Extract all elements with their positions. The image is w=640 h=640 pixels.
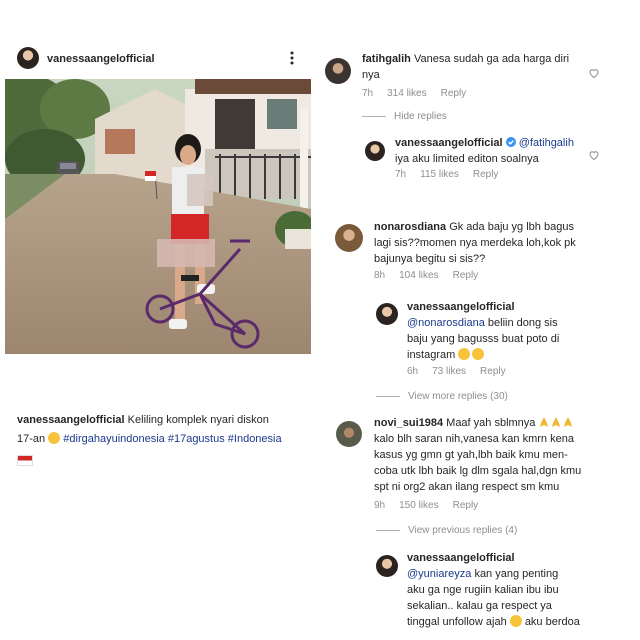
reply-button[interactable]: Reply [453, 270, 479, 281]
reply-time: 6h [407, 366, 419, 377]
comment-avatar[interactable] [336, 421, 362, 447]
reply-avatar[interactable] [365, 141, 385, 161]
hide-replies-label: Hide replies [394, 111, 447, 122]
verified-badge-icon [505, 137, 516, 147]
comment-meta: 9h 150 likes Reply [374, 500, 478, 511]
reply-username[interactable]: vanessaangelofficial [407, 552, 515, 564]
comment-text-cont: bajunya begitu si sis?? [374, 253, 486, 265]
caption-text: Keliling komplek nyari diskon [127, 414, 269, 426]
comment-likes[interactable]: 314 likes [387, 88, 426, 99]
reply-text: kan yang penting [474, 568, 559, 580]
comment-text-cont: coba utk lbh baik lg dlm sgala hal,dgn k… [374, 465, 582, 477]
comment-likes[interactable]: 104 likes [399, 270, 438, 281]
smile-emoji-icon [48, 432, 61, 444]
reply-username[interactable]: vanessaangelofficial [407, 301, 515, 313]
comment-time: 9h [374, 500, 386, 511]
comment-body: novi_sui1984 Maaf yah sblmnya kalo blh s… [374, 415, 624, 495]
reply-button[interactable]: Reply [441, 88, 467, 99]
reply-button[interactable]: Reply [453, 500, 479, 511]
more-options-icon[interactable] [289, 50, 295, 66]
comment-username[interactable]: novi_sui1984 [374, 417, 443, 429]
comment-avatar[interactable] [325, 58, 351, 84]
praying-hands-icon [552, 417, 561, 427]
comment-meta: 8h 104 likes Reply [374, 270, 478, 281]
reply-text: beliin dong sis [487, 317, 558, 329]
post-photo [5, 79, 311, 354]
reply-text-cont: baju yang bagusss buat poto di [407, 333, 560, 345]
view-more-replies-label: View more replies (30) [408, 391, 508, 402]
heart-eyes-emoji-icon [472, 348, 485, 360]
comment-text-cont: kalo blh saran nih,vanesa kan kmrn kena [374, 433, 574, 445]
post-caption: vanessaangelofficial Keliling komplek ny… [17, 412, 307, 428]
reply-time: 7h [395, 169, 407, 180]
reply-body: vanessaangelofficial @nonarosdiana belii… [407, 299, 617, 363]
indonesia-flag-icon [17, 452, 33, 470]
comment-text: Maaf yah sblmnya [446, 417, 536, 429]
reply-text: iya aku limited editon soalnya [395, 153, 539, 165]
caption-17an: 17-an [17, 433, 46, 445]
view-more-replies-button[interactable]: View more replies (30) [376, 391, 508, 402]
comment-body: nonarosdiana Gk ada baju yg lbh bagus la… [374, 219, 614, 267]
comment-username[interactable]: fatihgalih [362, 53, 411, 65]
heart-icon[interactable] [588, 148, 600, 166]
reply-body: vanessaangelofficial @yuniareyza kan yan… [407, 550, 627, 630]
comment-meta: 7h 314 likes Reply [362, 88, 466, 99]
reply-mention[interactable]: @nonarosdiana [407, 317, 485, 329]
comment-avatar[interactable] [335, 224, 363, 252]
reply-text-cont: tinggal unfollow ajah [407, 616, 507, 628]
comment-text: Gk ada baju yg lbh bagus [449, 221, 574, 233]
reply-mention[interactable]: @yuniareyza [407, 568, 471, 580]
comment-time: 7h [362, 88, 374, 99]
post-username[interactable]: vanessaangelofficial [47, 53, 155, 65]
comment-text-cont: spt ni org2 akan ilang respect sm kmu [374, 481, 560, 493]
reply-button[interactable]: Reply [473, 169, 499, 180]
caption-username[interactable]: vanessaangelofficial [17, 414, 125, 426]
view-previous-replies-button[interactable]: View previous replies (4) [376, 525, 517, 536]
comment-likes[interactable]: 150 likes [399, 500, 438, 511]
comment-text: Vanesa sudah ga ada harga diri [413, 53, 570, 65]
reply-text-cont: aku berdoa [524, 616, 580, 628]
reply-meta: 7h 115 likes Reply [395, 169, 498, 180]
praying-hands-icon [564, 417, 573, 427]
heart-eyes-emoji-icon [458, 348, 471, 360]
caption-line-2: 17-an #dirgahayuindonesia #17agustus #In… [17, 431, 317, 447]
reply-mention[interactable]: @fatihgalih [519, 137, 574, 149]
caption-hashtags[interactable]: #dirgahayuindonesia #17agustus #Indonesi… [63, 433, 281, 445]
hide-replies-button[interactable]: Hide replies [362, 111, 447, 122]
reply-body: vanessaangelofficial @fatihgalih iya aku… [395, 135, 595, 167]
reply-text-cont: sekalian.. kalau ga respect ya [407, 600, 552, 612]
reply-username[interactable]: vanessaangelofficial [395, 137, 503, 149]
comment-time: 8h [374, 270, 386, 281]
comment-text-cont: nya [362, 69, 380, 81]
reply-avatar[interactable] [376, 303, 398, 325]
reply-text-cont: instagram [407, 349, 456, 361]
reply-likes[interactable]: 73 likes [432, 366, 466, 377]
comment-body: fatihgalih Vanesa sudah ga ada harga dir… [362, 51, 592, 83]
comment-username[interactable]: nonarosdiana [374, 221, 446, 233]
heart-icon[interactable] [588, 66, 600, 84]
comment-text-cont: lagi sis??momen nya merdeka loh,kok pk [374, 237, 576, 249]
post-avatar[interactable] [17, 47, 39, 69]
reply-button[interactable]: Reply [480, 366, 506, 377]
reply-avatar[interactable] [376, 555, 398, 577]
praying-hands-icon [540, 417, 549, 427]
reply-meta: 6h 73 likes Reply [407, 366, 506, 377]
reply-likes[interactable]: 115 likes [420, 169, 459, 180]
smiling-hearts-emoji-icon [509, 615, 522, 627]
comment-text-cont: kasus yg gmn gt yah,lbh baik kmu men- [374, 449, 568, 461]
view-previous-replies-label: View previous replies (4) [408, 525, 518, 536]
reply-text-cont: aku ga nge rugiin kalian ibu ibu [407, 584, 559, 596]
